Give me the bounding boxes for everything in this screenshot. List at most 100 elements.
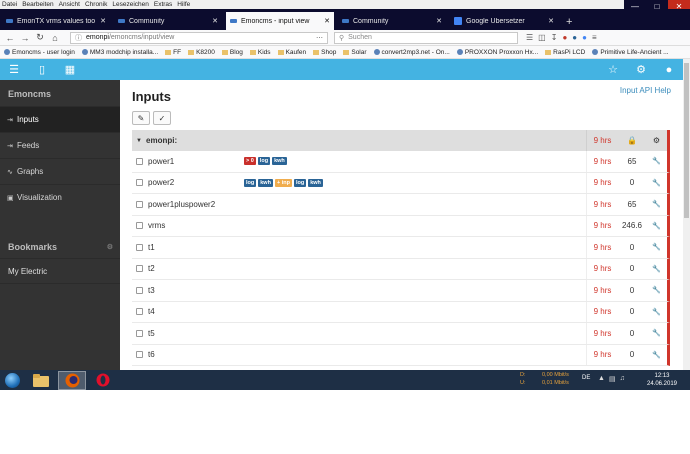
bookmark-item[interactable]: Solar bbox=[343, 49, 367, 56]
bookmark-item[interactable]: Emoncms - user login bbox=[4, 49, 75, 56]
node-header[interactable]: ▼ emonpi: 9 hrs 🔒 ⚙ bbox=[132, 130, 670, 151]
mobile-icon[interactable]: ▯ bbox=[28, 63, 56, 76]
input-row[interactable]: power2 log kwh + inp log kwh 9 hrs 0 🔧 bbox=[132, 172, 670, 194]
menu-icon[interactable]: ≡ bbox=[592, 33, 597, 42]
input-row[interactable]: t3 9 hrs 0 🔧 bbox=[132, 280, 670, 302]
info-icon[interactable]: ⓘ bbox=[75, 33, 82, 43]
close-tab-icon[interactable]: ✕ bbox=[100, 17, 106, 25]
window-menu-item[interactable]: Hilfe bbox=[177, 1, 190, 8]
row-checkbox[interactable] bbox=[136, 200, 143, 208]
clock[interactable]: 12:13 24.06.2019 bbox=[642, 372, 682, 388]
reload-icon[interactable]: ↻ bbox=[34, 32, 46, 43]
row-checkbox[interactable] bbox=[136, 157, 143, 165]
collapse-caret-icon[interactable]: ▼ bbox=[132, 138, 146, 144]
input-row[interactable]: t4 9 hrs 0 🔧 bbox=[132, 301, 670, 323]
extension-icon[interactable]: ● bbox=[582, 33, 587, 42]
scrollbar-thumb[interactable] bbox=[684, 63, 689, 218]
star-icon[interactable]: ☆ bbox=[599, 63, 627, 76]
input-row[interactable]: power1pluspower2 9 hrs 65 🔧 bbox=[132, 194, 670, 216]
close-tab-icon[interactable]: ✕ bbox=[436, 17, 442, 25]
sidebar-item-graphs[interactable]: ∿ Graphs bbox=[0, 158, 120, 184]
scrollbar[interactable] bbox=[683, 59, 690, 370]
bookmark-item[interactable]: FF bbox=[165, 49, 181, 56]
select-all-button[interactable]: ✓ bbox=[153, 111, 171, 125]
window-menu-item[interactable]: Extras bbox=[154, 1, 172, 8]
api-help-link[interactable]: Input API Help bbox=[620, 86, 671, 95]
lock-icon[interactable]: 🔒 bbox=[618, 130, 646, 151]
wrench-icon[interactable]: 🔧 bbox=[646, 302, 667, 323]
gear-icon[interactable]: ⚙ bbox=[627, 63, 655, 76]
window-menu-item[interactable]: Lesezeichen bbox=[112, 1, 149, 8]
row-checkbox[interactable] bbox=[136, 308, 143, 316]
wrench-icon[interactable]: 🔧 bbox=[646, 151, 667, 172]
window-menu-item[interactable]: Ansicht bbox=[59, 1, 80, 8]
extension-icon[interactable]: ● bbox=[572, 33, 577, 42]
row-checkbox[interactable] bbox=[136, 179, 143, 187]
bookmark-item[interactable]: convert2mp3.net - On... bbox=[373, 49, 450, 56]
browser-tab[interactable]: Community ✕ bbox=[114, 12, 222, 30]
bookmark-item[interactable]: Kaufen bbox=[277, 49, 306, 56]
language-indicator[interactable]: DE bbox=[582, 375, 590, 381]
grid-icon[interactable]: ▦ bbox=[56, 63, 84, 76]
row-checkbox[interactable] bbox=[136, 351, 143, 359]
wrench-icon[interactable]: 🔧 bbox=[646, 323, 667, 344]
sidebar-item-inputs[interactable]: ⇥ Inputs bbox=[0, 106, 120, 132]
bookmark-item[interactable]: MM3 modchip installa... bbox=[81, 49, 158, 56]
row-checkbox[interactable] bbox=[136, 265, 143, 273]
input-row[interactable]: vrms 9 hrs 246.6 🔧 bbox=[132, 215, 670, 237]
volume-icon[interactable]: ♫ bbox=[620, 375, 625, 383]
show-hidden-icon[interactable]: ▲ bbox=[598, 375, 605, 383]
close-tab-icon[interactable]: ✕ bbox=[324, 17, 330, 25]
row-checkbox[interactable] bbox=[136, 286, 143, 294]
window-menu-item[interactable]: Datei bbox=[2, 1, 17, 8]
input-row[interactable]: t2 9 hrs 0 🔧 bbox=[132, 258, 670, 280]
download-icon[interactable]: ↧ bbox=[551, 33, 558, 42]
back-icon[interactable]: ← bbox=[4, 33, 16, 43]
sidebar-bookmark[interactable]: My Electric bbox=[0, 258, 120, 284]
bookmark-item[interactable]: Primitive Life-Ancient ... bbox=[592, 49, 669, 56]
bookmark-item[interactable]: RasPi LCD bbox=[545, 49, 585, 56]
browser-tab[interactable]: EmonTX vrms values too large✕ bbox=[2, 12, 110, 30]
gear-icon[interactable]: ⚙ bbox=[646, 130, 667, 151]
input-row[interactable]: t6 9 hrs 0 🔧 bbox=[132, 344, 670, 366]
close-tab-icon[interactable]: ✕ bbox=[548, 17, 554, 25]
sidebar-item-visualization[interactable]: ▣ Visualization bbox=[0, 184, 120, 210]
wrench-icon[interactable]: 🔧 bbox=[646, 237, 667, 258]
forward-icon[interactable]: → bbox=[19, 33, 31, 43]
bookmark-item[interactable]: Kids bbox=[249, 49, 271, 56]
edit-button[interactable]: ✎ bbox=[132, 111, 150, 125]
wrench-icon[interactable]: 🔧 bbox=[646, 345, 667, 366]
wrench-icon[interactable]: 🔧 bbox=[646, 194, 667, 215]
window-menu-item[interactable]: Bearbeiten bbox=[22, 1, 53, 8]
row-checkbox[interactable] bbox=[136, 243, 143, 251]
bookmark-item[interactable]: Blog bbox=[221, 49, 243, 56]
input-row[interactable]: t1 9 hrs 0 🔧 bbox=[132, 237, 670, 259]
wrench-icon[interactable]: 🔧 bbox=[646, 280, 667, 301]
home-icon[interactable]: ⌂ bbox=[49, 33, 61, 43]
taskbar-firefox[interactable] bbox=[58, 370, 86, 390]
sidebar-item-feeds[interactable]: ⇥ Feeds bbox=[0, 132, 120, 158]
bookmark-item[interactable]: K8200 bbox=[188, 49, 215, 56]
gear-icon[interactable]: ⚙ bbox=[107, 243, 113, 251]
process-list[interactable]: > 0 log kwh bbox=[244, 157, 287, 166]
library-icon[interactable]: ☰ bbox=[526, 33, 533, 42]
wrench-icon[interactable]: 🔧 bbox=[646, 216, 667, 237]
window-menu-item[interactable]: Chronik bbox=[85, 1, 107, 8]
menu-toggle-icon[interactable]: ☰ bbox=[0, 63, 28, 76]
network-icon[interactable]: ▤ bbox=[609, 375, 616, 383]
sidebar-toggle-icon[interactable]: ◫ bbox=[538, 33, 546, 42]
browser-tab[interactable]: Emoncms - input view ✕ bbox=[226, 12, 334, 30]
url-bar[interactable]: ⓘ emonpi/emoncms/input/view ⋯ bbox=[70, 31, 328, 44]
close-tab-icon[interactable]: ✕ bbox=[212, 17, 218, 25]
wrench-icon[interactable]: 🔧 bbox=[646, 259, 667, 280]
taskbar-opera[interactable] bbox=[89, 371, 117, 390]
user-icon[interactable]: ● bbox=[655, 64, 683, 76]
row-checkbox[interactable] bbox=[136, 222, 143, 230]
start-button[interactable] bbox=[0, 370, 24, 390]
bookmark-item[interactable]: PROXXON Proxxon Hx... bbox=[456, 49, 538, 56]
taskbar-explorer[interactable] bbox=[27, 371, 55, 390]
extension-icon[interactable]: ● bbox=[562, 33, 567, 42]
row-checkbox[interactable] bbox=[136, 329, 143, 337]
input-row[interactable]: power1 > 0 log kwh 9 hrs 65 🔧 bbox=[132, 151, 670, 173]
wrench-icon[interactable]: 🔧 bbox=[646, 173, 667, 194]
